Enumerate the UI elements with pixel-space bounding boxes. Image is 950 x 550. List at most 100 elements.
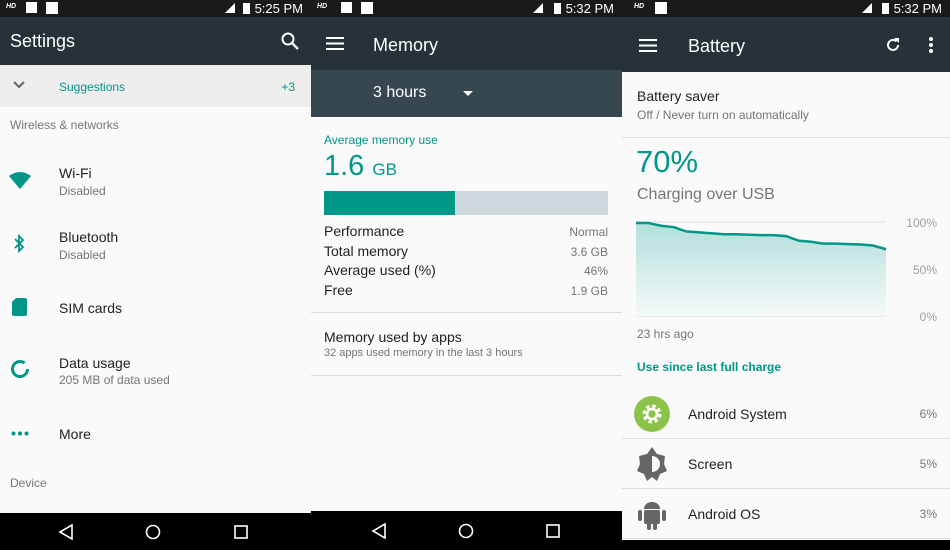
status-time: 5:32 PM: [565, 1, 614, 16]
home-icon[interactable]: [458, 523, 474, 539]
notification-icon: [46, 2, 58, 14]
battery-area: [636, 222, 886, 316]
refresh-icon[interactable]: [885, 37, 901, 53]
usage-item[interactable]: Android OS 3%: [622, 489, 950, 539]
period-value: 3 hours: [373, 84, 427, 101]
item-title: SIM cards: [59, 300, 123, 316]
toolbar: Battery: [622, 17, 950, 72]
period-dropdown[interactable]: 3 hours: [311, 70, 622, 117]
saver-subtitle: Off / Never turn on automatically: [637, 108, 809, 122]
memory-panel: HD 5:32 PM Memory 3 hours Average memory…: [311, 0, 622, 550]
saver-title: Battery saver: [637, 88, 720, 104]
menu-icon[interactable]: [326, 37, 344, 50]
toolbar: Settings: [0, 17, 311, 65]
usage-item[interactable]: Android System 6%: [622, 389, 950, 439]
usage-item[interactable]: Screen 5%: [622, 439, 950, 489]
usage-name: Android OS: [688, 506, 761, 522]
status-bar: HD 5:32 PM: [622, 0, 950, 17]
hd-indicator: HD: [317, 3, 328, 10]
stat-value: 1.9 GB: [570, 284, 608, 299]
memory-stat-row: Average used (%) 46%: [324, 262, 608, 282]
usage-name: Screen: [688, 456, 733, 472]
memory-stat-row: Free 1.9 GB: [324, 282, 608, 302]
data-usage-icon: [11, 360, 29, 378]
page-title: Memory: [373, 35, 439, 55]
memory-stats: Performance Normal Total memory 3.6 GB Avera…: [324, 223, 608, 302]
chart-x-label: 23 hrs ago: [637, 327, 694, 341]
back-icon[interactable]: [58, 524, 74, 540]
menu-icon[interactable]: [639, 39, 657, 52]
home-icon[interactable]: [145, 524, 161, 540]
more-options-icon[interactable]: [929, 37, 933, 53]
item-title: Data usage: [59, 355, 131, 371]
suggestions-label: Suggestions: [59, 80, 126, 94]
section-header-wireless: Wireless & networks: [10, 118, 119, 132]
value-unit: GB: [372, 160, 397, 179]
usage-list: Android System 6% Screen 5% Android OS 3%: [622, 389, 950, 539]
android-system-icon: [634, 396, 670, 437]
signal-icon: [533, 3, 543, 13]
settings-item-data-usage[interactable]: Data usage 205 MB of data used: [0, 340, 311, 400]
screen-brightness-icon: [634, 446, 670, 487]
sim-card-icon: [12, 298, 27, 316]
back-icon[interactable]: [371, 523, 387, 539]
suggestions-count: +3: [281, 80, 295, 94]
chevron-down-icon: [13, 81, 25, 89]
settings-item-sim-cards[interactable]: SIM cards: [0, 280, 311, 336]
stat-value: Normal: [569, 225, 608, 239]
item-subtitle: 205 MB of data used: [59, 373, 170, 387]
status-time: 5:25 PM: [254, 1, 303, 16]
signal-icon: [225, 3, 235, 13]
memory-stat-row: Total memory 3.6 GB: [324, 243, 608, 263]
item-subtitle: Disabled: [59, 184, 106, 198]
android-os-icon: [634, 496, 670, 537]
recents-icon[interactable]: [545, 523, 561, 539]
wifi-icon: [9, 172, 31, 189]
more-icon: [11, 431, 29, 436]
usage-percent: 3%: [919, 507, 937, 521]
item-title: More: [59, 426, 91, 442]
value-number: 1.6: [324, 150, 365, 182]
use-since-header: Use since last full charge: [637, 360, 782, 374]
suggestions-row[interactable]: Suggestions +3: [0, 65, 311, 107]
average-memory-label: Average memory use: [324, 133, 438, 147]
apps-subtitle: 32 apps used memory in the last 3 hours: [324, 347, 523, 359]
hd-indicator: HD: [6, 3, 17, 10]
item-title: Wi-Fi: [59, 165, 92, 181]
page-title: Battery: [688, 36, 746, 56]
settings-item-wifi[interactable]: Wi-Fi Disabled: [0, 150, 311, 210]
memory-usage-bar: [324, 191, 608, 215]
recents-icon[interactable]: [233, 524, 249, 540]
navigation-bar: [622, 540, 950, 550]
stat-value: 46%: [583, 264, 608, 279]
status-bar: HD 5:25 PM: [0, 0, 311, 17]
battery-saver-row[interactable]: Battery saver Off / Never turn on automa…: [622, 72, 950, 137]
divider: [311, 375, 622, 376]
settings-panel: HD 5:25 PM Settings Suggestions +3 Wirel…: [0, 0, 311, 550]
settings-item-more[interactable]: More: [0, 406, 311, 462]
stat-label: Total memory: [324, 242, 409, 259]
battery-charging-icon: [882, 3, 889, 14]
toolbar: Memory: [311, 17, 622, 70]
battery-level: 70%: [636, 144, 699, 179]
memory-used-by-apps-row[interactable]: Memory used by apps 32 apps used memory …: [311, 313, 622, 375]
page-title: Settings: [10, 31, 76, 51]
section-header-device: Device: [10, 476, 47, 490]
navigation-bar: [311, 511, 622, 550]
notification-icon: [361, 2, 373, 14]
search-icon[interactable]: [280, 31, 300, 51]
apps-title: Memory used by apps: [324, 329, 462, 345]
usage-name: Android System: [688, 406, 787, 422]
stat-label: Performance: [324, 223, 405, 239]
item-title: Bluetooth: [59, 229, 119, 245]
status-bar: HD 5:32 PM: [311, 0, 622, 17]
notification-icon: [655, 2, 667, 14]
charging-status: Charging over USB: [637, 186, 775, 203]
status-time: 5:32 PM: [893, 1, 942, 16]
battery-charging-icon: [554, 3, 561, 14]
battery-history-chart: 100% 50% 0%: [636, 216, 937, 324]
stat-label: Average used (%): [324, 262, 436, 279]
y-tick-label: 100%: [906, 216, 937, 230]
bluetooth-icon: [14, 234, 25, 253]
settings-item-bluetooth[interactable]: Bluetooth Disabled: [0, 214, 311, 274]
